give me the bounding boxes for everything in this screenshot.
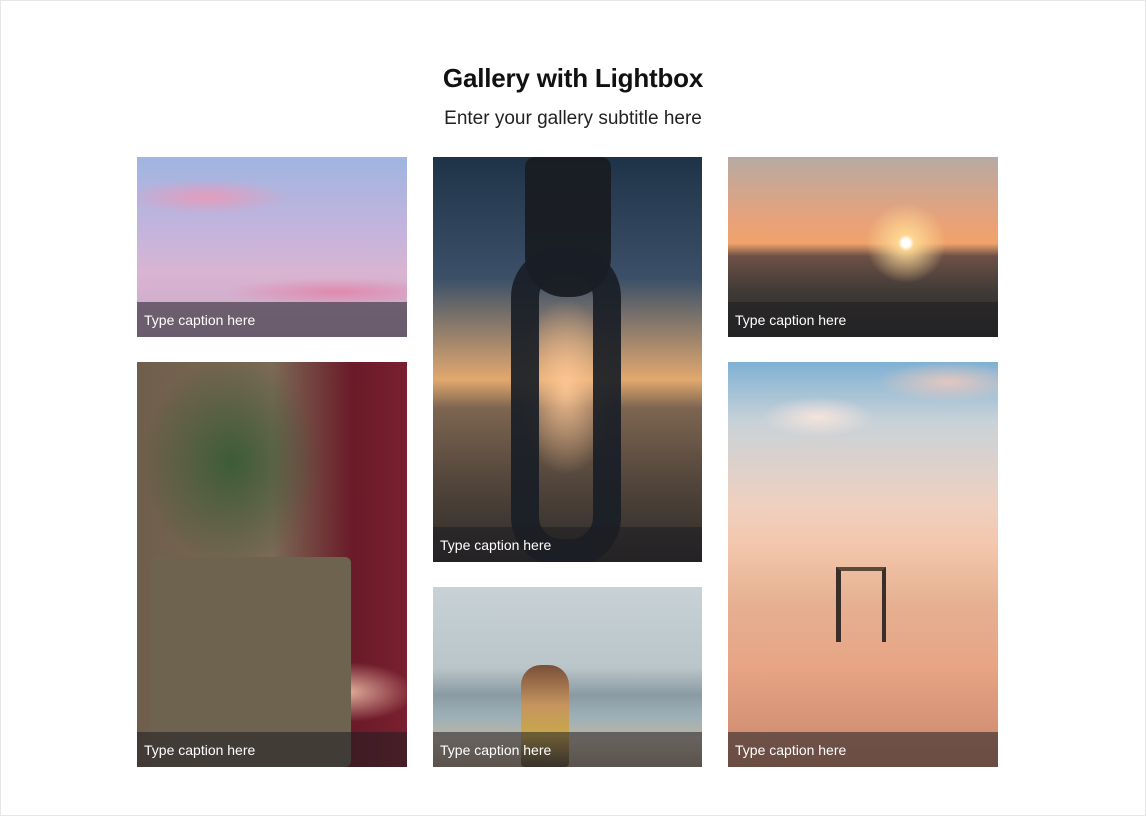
caption-bar: Type caption here [728, 302, 998, 337]
caption-bar: Type caption here [433, 527, 702, 562]
caption-text: Type caption here [144, 742, 256, 758]
gallery-title: Gallery with Lightbox [442, 63, 704, 93]
gallery-subtitle: Enter your gallery subtitle here [444, 108, 702, 129]
gallery-item-lantern-pier[interactable]: Type caption here [433, 157, 702, 562]
gallery-item-sunset-sky[interactable]: Type caption here [137, 157, 407, 337]
gallery-image [728, 362, 998, 767]
chair-shape [836, 567, 886, 642]
caption-bar: Type caption here [137, 302, 407, 337]
gallery-item-mountain-sunset[interactable]: Type caption here [728, 157, 998, 337]
caption-bar: Type caption here [728, 732, 998, 767]
caption-text: Type caption here [144, 312, 256, 328]
gallery-item-lake-sailboard[interactable]: Type caption here [433, 587, 702, 767]
caption-bar: Type caption here [433, 732, 702, 767]
lantern-frame-shape [511, 247, 621, 562]
gallery-item-plants-apron[interactable]: Type caption here [137, 362, 407, 767]
caption-text: Type caption here [735, 312, 847, 328]
caption-text: Type caption here [440, 742, 552, 758]
caption-bar: Type caption here [137, 732, 407, 767]
caption-text: Type caption here [440, 537, 552, 553]
gallery-item-beach-chair[interactable]: Type caption here [728, 362, 998, 767]
gallery-page: Gallery with Lightbox Enter your gallery… [0, 0, 1146, 816]
caption-text: Type caption here [735, 742, 847, 758]
